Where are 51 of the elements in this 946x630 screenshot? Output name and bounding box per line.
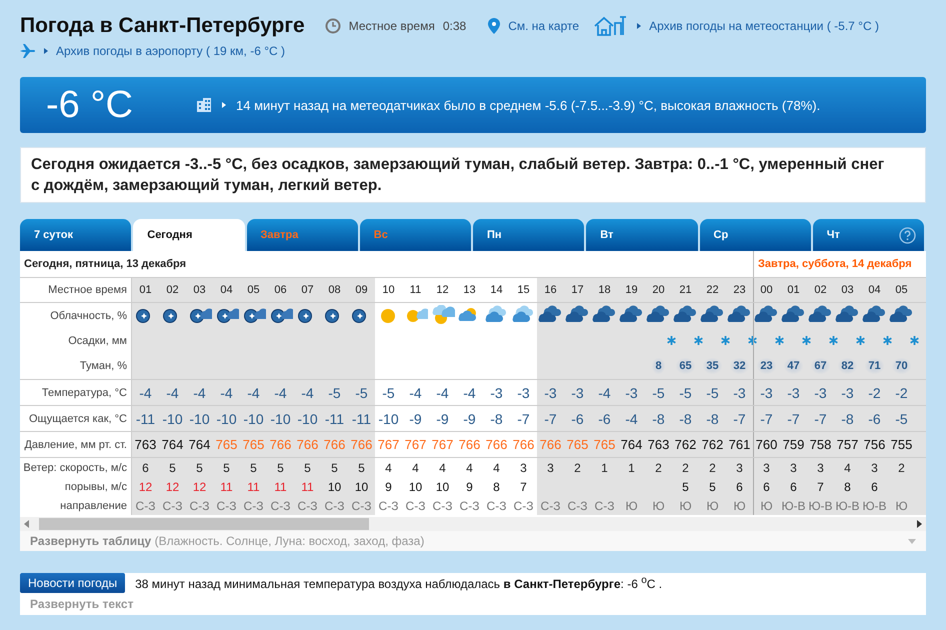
clock-icon	[324, 18, 341, 34]
expand-text-link[interactable]: Развернуть текст	[20, 593, 926, 615]
fog-value: 82	[838, 358, 857, 374]
caret-down-icon[interactable]	[908, 538, 916, 544]
fog-value: 70	[892, 358, 911, 374]
today-date: Сегодня, пятница, 13 декабря	[20, 251, 753, 278]
day-tab[interactable]: Сегодня	[133, 219, 244, 251]
day-tab[interactable]: Пн	[473, 219, 584, 251]
scroll-left-icon[interactable]	[24, 520, 29, 528]
fog-value: 47	[784, 358, 803, 374]
station-archive-link[interactable]: Архив погоды на метеостанции ( -5.7 °C )	[649, 19, 879, 33]
help-icon[interactable]	[899, 227, 916, 244]
fog-value: 35	[703, 358, 722, 374]
map-pin-icon	[488, 18, 500, 34]
local-time-label: Местное время	[348, 19, 435, 33]
building-icon	[196, 97, 212, 113]
row-label: Облачность, %	[20, 303, 132, 328]
fog-value: 23	[757, 358, 776, 374]
scrollbar-thumb[interactable]	[39, 518, 369, 530]
fog-value: 65	[676, 358, 695, 374]
horizontal-scrollbar[interactable]	[20, 517, 926, 531]
row-label: Туман, %	[20, 353, 132, 380]
bullet-icon	[222, 102, 226, 108]
fog-value: 67	[811, 358, 830, 374]
feels-like-cell: -7	[753, 406, 780, 432]
row-label: Осадки, мм	[20, 328, 132, 353]
fog-value: 71	[865, 358, 884, 374]
news-tag: Новости погоды	[20, 573, 126, 593]
tomorrow-date: Завтра, суббота, 14 декабря	[753, 251, 926, 278]
airplane-icon	[20, 44, 36, 58]
airport-archive-link[interactable]: Архив погоды в аэропорту ( 19 км, -6 °C )	[56, 44, 285, 58]
fog-value: 8	[652, 358, 665, 374]
day-tab[interactable]: Ср	[700, 219, 811, 251]
temperature-cell: -3	[753, 380, 780, 406]
day-tab[interactable]: 7 суток	[20, 219, 132, 251]
local-time: 0:38	[442, 19, 466, 33]
page-title: Погода в Санкт-Петербурге	[20, 14, 305, 38]
sensor-note: 14 минут назад на метеодатчиках было в среднем -5.6 (-7.5...-3.9) °C, высокая влажность (78%).	[236, 98, 820, 112]
day-tab[interactable]: Чт	[812, 219, 924, 251]
forecast-summary: Сегодня ожидается -3..-5 °C, без осадков, замерзающий туман, слабый ветер. Завтра: 0..-1 °C, умеренный снег с дождём, замерзающий туман, легкий ветер.	[20, 147, 926, 203]
pressure-cell: 760	[753, 432, 780, 458]
hour-cell: 00	[753, 278, 780, 303]
news-text: 38 минут назад минимальная температура воздуха наблюдалась в Санкт-Петербурге: -6 $^{o}$C .	[135, 575, 662, 591]
current-temperature: -6 °C	[46, 84, 134, 126]
day-tab[interactable]: Вт	[586, 219, 698, 251]
map-link[interactable]: См. на карте	[508, 19, 580, 33]
bullet-icon	[44, 48, 48, 54]
bullet-icon	[637, 23, 642, 29]
sun-cloud-icon	[430, 304, 455, 326]
fog-value: 32	[730, 358, 749, 374]
scroll-right-icon[interactable]	[917, 520, 922, 528]
